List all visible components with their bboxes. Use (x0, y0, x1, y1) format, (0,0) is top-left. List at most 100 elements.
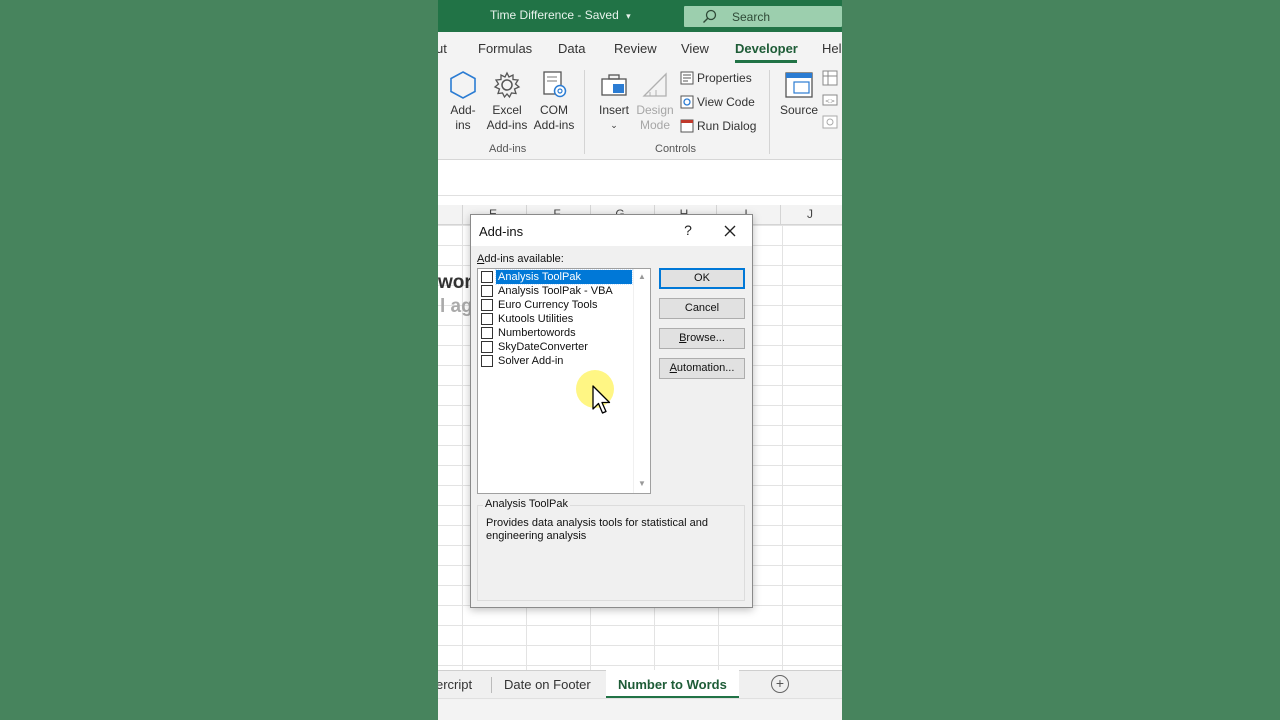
view-code-button[interactable]: View Code (680, 95, 755, 109)
tab-data[interactable]: Data (558, 41, 585, 56)
cell-text-subheading: l ag (440, 296, 473, 317)
checkbox[interactable] (481, 285, 493, 297)
tab-help[interactable]: Hel (822, 41, 842, 56)
sheet-tab-number-to-words[interactable]: Number to Words (618, 677, 727, 692)
scroll-down-arrow-icon[interactable]: ▼ (638, 479, 646, 488)
close-icon[interactable] (723, 224, 737, 238)
checkbox[interactable] (481, 313, 493, 325)
add-sheet-button[interactable]: + (771, 675, 789, 693)
tab-developer[interactable]: Developer (735, 41, 798, 56)
description-title: Analysis ToolPak (483, 498, 570, 510)
sheet-tab-superscript[interactable]: ercript (438, 677, 472, 692)
view-code-label: View Code (697, 95, 755, 109)
design-mode-label-1: Design (636, 103, 674, 117)
run-dialog-label: Run Dialog (697, 119, 757, 133)
ribbon: Add- ins Excel Add-ins COM Add-ins Add-i… (438, 64, 842, 160)
group-label-controls: Controls (655, 143, 696, 155)
dialog-title: Add-ins (479, 224, 524, 239)
ok-button[interactable]: OK (659, 268, 745, 289)
ribbon-tab-bar: ut Formulas Data Review View Developer H… (438, 32, 842, 64)
view-code-icon (680, 95, 694, 109)
browse-button[interactable]: Browse... (659, 328, 745, 349)
save-status: Saved (584, 8, 619, 22)
description-text: Provides data analysis tools for statist… (486, 517, 708, 542)
tab-separator (491, 677, 492, 693)
map-properties-icon[interactable] (822, 70, 838, 86)
document-name: Time Difference (490, 8, 575, 22)
list-item-kutools-utilities[interactable]: Kutools Utilities (480, 312, 634, 326)
cancel-button[interactable]: Cancel (659, 298, 745, 319)
search-placeholder: Search (732, 10, 771, 24)
tab-view[interactable]: View (681, 41, 709, 56)
help-button[interactable]: ? (681, 222, 695, 238)
com-add-ins-label-1: COM (540, 103, 568, 117)
properties-icon (680, 71, 694, 85)
plus-icon: + (775, 675, 785, 691)
title-bar: Time Difference - Saved ▾ Search (438, 0, 842, 32)
excel-add-ins-button[interactable]: Excel Add-ins (484, 70, 530, 133)
gear-icon (493, 71, 521, 99)
add-ins-list[interactable]: Analysis ToolPak Analysis ToolPak - VBA … (477, 268, 651, 494)
excel-add-ins-label-1: Excel (492, 103, 522, 117)
excel-add-ins-label-2: Add-ins (486, 118, 528, 132)
svg-text:<>: <> (825, 98, 835, 105)
checkbox[interactable] (481, 341, 493, 353)
list-item-label: SkyDateConverter (498, 341, 588, 353)
design-mode-button[interactable]: Design Mode (636, 70, 674, 133)
list-item-label: Numbertowords (498, 327, 576, 339)
active-tab-indicator (735, 60, 797, 63)
insert-control-button[interactable]: Insert ⌄ (596, 70, 632, 133)
checkbox[interactable] (481, 299, 493, 311)
tab-formulas[interactable]: Formulas (478, 41, 532, 56)
sheet-tab-date-on-footer[interactable]: Date on Footer (504, 677, 591, 692)
list-item-label: Euro Currency Tools (498, 299, 598, 311)
list-item-label: Kutools Utilities (498, 313, 574, 325)
checkbox[interactable] (481, 271, 493, 283)
com-add-ins-button[interactable]: COM Add-ins (531, 70, 577, 133)
list-item-label: Solver Add-in (498, 355, 564, 367)
tab-review[interactable]: Review (614, 41, 657, 56)
formula-bar[interactable] (438, 160, 842, 196)
cell-text-heading: wor (438, 272, 472, 293)
insert-label: Insert (598, 103, 629, 117)
group-separator (584, 70, 585, 154)
hexagon-icon (450, 71, 476, 99)
run-dialog-button[interactable]: Run Dialog (680, 119, 756, 133)
checkbox[interactable] (481, 327, 493, 339)
refresh-data-icon[interactable] (822, 114, 838, 130)
add-ins-label-1: Add- (450, 103, 476, 117)
search-icon (703, 9, 717, 23)
add-ins-label-2: ins (455, 118, 471, 132)
dialog-title-bar[interactable]: Add-ins ? (471, 215, 752, 246)
add-ins-button[interactable]: Add- ins (446, 70, 480, 133)
list-item-label: Analysis ToolPak - VBA (498, 285, 613, 297)
com-add-ins-label-2: Add-ins (533, 118, 575, 132)
list-item-euro-currency-tools[interactable]: Euro Currency Tools (480, 298, 634, 312)
list-item-analysis-toolpak[interactable]: Analysis ToolPak (480, 269, 634, 285)
column-header-j[interactable]: J (780, 207, 840, 221)
design-mode-icon (642, 72, 667, 97)
list-item-skydateconverter[interactable]: SkyDateConverter (480, 340, 634, 354)
design-mode-label-2: Mode (639, 118, 671, 132)
run-dialog-icon (680, 119, 694, 133)
chevron-down-icon: ⌄ (610, 120, 618, 130)
list-item-numbertowords[interactable]: Numbertowords (480, 326, 634, 340)
properties-button[interactable]: Properties (680, 71, 752, 85)
sheet-tab-bar: ercript Date on Footer Number to Words + (438, 670, 842, 699)
add-ins-available-label: Add-ins available: (477, 253, 564, 265)
expansion-packs-icon[interactable]: <> (822, 92, 838, 108)
document-title[interactable]: Time Difference - Saved ▾ (490, 8, 631, 22)
source-button[interactable]: Source (778, 70, 820, 118)
list-scrollbar[interactable]: ▲ ▼ (633, 269, 650, 493)
automation-button[interactable]: Automation... (659, 358, 745, 379)
toolbox-icon (601, 74, 627, 96)
tab-layout[interactable]: ut (438, 41, 447, 56)
scroll-up-arrow-icon[interactable]: ▲ (638, 272, 646, 281)
list-item-solver-add-in[interactable]: Solver Add-in (480, 354, 634, 368)
checkbox[interactable] (481, 355, 493, 367)
mouse-cursor-icon (592, 385, 611, 414)
group-label-add-ins: Add-ins (489, 143, 527, 155)
list-item-analysis-toolpak-vba[interactable]: Analysis ToolPak - VBA (480, 284, 634, 298)
group-separator (769, 70, 770, 154)
search-box[interactable]: Search (684, 6, 842, 27)
